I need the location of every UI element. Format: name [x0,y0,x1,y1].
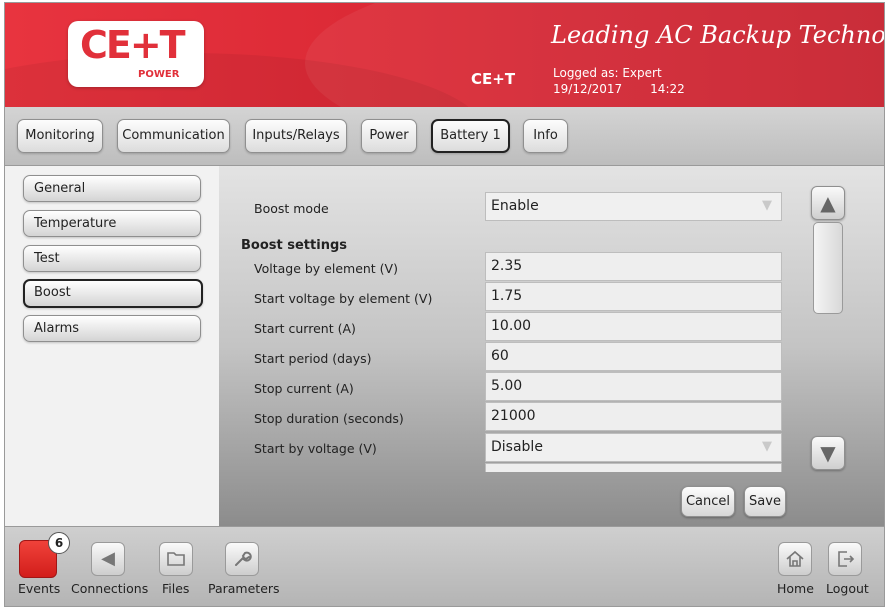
connections-label: Connections [71,581,149,596]
home-label: Home [777,581,814,596]
start-by-voltage-select[interactable]: Disable ▼ [485,433,782,462]
sidebar-item-temperature[interactable]: Temperature [23,210,201,237]
start-period-field[interactable]: 60 [485,342,782,371]
folder-icon [167,552,185,566]
sidebar-item-general[interactable]: General [23,175,201,202]
session-date: 19/12/2017 [553,82,623,96]
home-button[interactable] [778,542,812,576]
next-field-partial[interactable] [485,463,782,472]
house-icon [786,550,804,567]
boost-mode-label: Boost mode [254,201,329,216]
voltage-by-element-field[interactable]: 2.35 [485,252,782,281]
events-count-badge: 6 [48,532,70,554]
sidebar-item-test[interactable]: Test [23,245,201,272]
tab-inputs-relays[interactable]: Inputs/Relays [245,119,347,153]
files-button[interactable] [159,542,193,576]
scroll-up-button[interactable]: ▲ [811,186,845,220]
files-label: Files [162,581,190,596]
start-voltage-by-element-label: Start voltage by element (V) [254,291,433,306]
parameters-button[interactable] [225,542,259,576]
chevron-down-icon: ▼ [762,439,772,454]
start-voltage-by-element-field[interactable]: 1.75 [485,282,782,311]
scroll-down-button[interactable]: ▼ [811,436,845,470]
session-time: 14:22 [650,82,685,96]
arrow-up-icon: ▲ [820,191,836,215]
parameters-label: Parameters [208,581,280,596]
header: CE+T POWER Leading AC Backup Technology … [5,3,884,107]
stop-current-field[interactable]: 5.00 [485,372,782,401]
tagline: Leading AC Backup Technology [551,21,884,49]
tab-power[interactable]: Power [361,119,417,153]
stop-current-label: Stop current (A) [254,381,354,396]
stop-duration-label: Stop duration (seconds) [254,411,404,426]
logout-button[interactable] [828,542,862,576]
start-period-label: Start period (days) [254,351,372,366]
wrench-icon [235,551,252,566]
app-window: CE+T POWER Leading AC Backup Technology … [4,2,885,607]
session-info: Logged as: Expert 19/12/2017 14:22 [553,65,685,97]
logged-as: Logged as: Expert [553,66,662,80]
boost-mode-select[interactable]: Enable ▼ [485,192,782,221]
sidebar: General Temperature Test Boost Alarms [5,166,219,526]
stop-duration-field[interactable]: 21000 [485,402,782,431]
tab-communication[interactable]: Communication [117,119,230,153]
logout-label: Logout [826,581,869,596]
bottom-toolbar: 6 Events ◀ Connections Files Parameters … [5,526,884,606]
scrollbar-thumb[interactable] [813,222,843,314]
connections-button[interactable]: ◀ [91,542,125,576]
tab-battery-1[interactable]: Battery 1 [431,119,510,153]
sidebar-item-boost[interactable]: Boost [23,279,203,308]
logo-subtext: POWER [138,69,180,80]
tab-monitoring[interactable]: Monitoring [17,119,103,153]
boost-mode-value: Enable [491,198,539,214]
section-title: Boost settings [241,238,347,253]
boost-settings-panel: Boost mode Enable ▼ Boost settings Volta… [219,166,884,526]
logout-icon [838,551,855,567]
cet-logo: CE+T POWER [68,21,204,87]
start-by-voltage-value: Disable [491,439,543,455]
sidebar-item-alarms[interactable]: Alarms [23,315,201,342]
voltage-by-element-label: Voltage by element (V) [254,261,398,276]
main-tabs: Monitoring Communication Inputs/Relays P… [5,107,884,166]
save-button[interactable]: Save [744,486,786,517]
tab-info[interactable]: Info [523,119,568,153]
start-current-label: Start current (A) [254,321,356,336]
start-by-voltage-label: Start by voltage (V) [254,441,377,456]
logo-text: CE+T [80,23,186,67]
chevron-down-icon: ▼ [762,198,772,213]
events-label: Events [18,581,61,596]
brand-name: CE+T [471,70,516,88]
play-icon: ◀ [101,548,115,569]
settings-scroll-area: Boost mode Enable ▼ Boost settings Volta… [219,166,884,472]
arrow-down-icon: ▼ [820,441,836,465]
cancel-button[interactable]: Cancel [681,486,735,517]
start-current-field[interactable]: 10.00 [485,312,782,341]
